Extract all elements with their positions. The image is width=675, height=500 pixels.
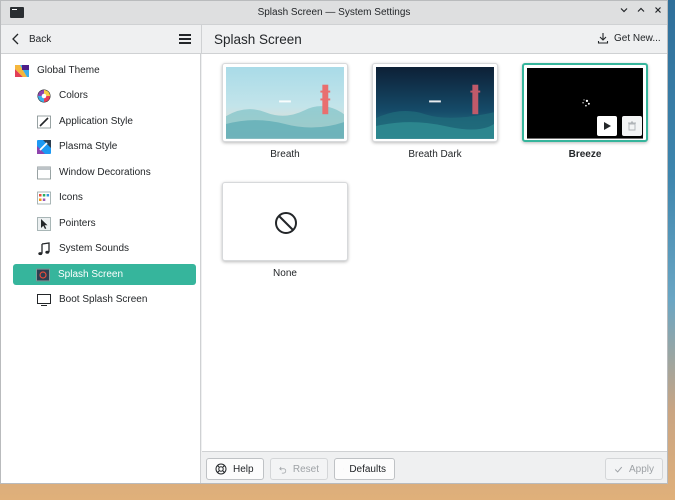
splash-screen-icon bbox=[36, 268, 50, 281]
get-new-button[interactable]: Get New... bbox=[597, 32, 661, 44]
monitor-icon bbox=[37, 293, 51, 306]
header-bar: Back Splash Screen Get New... bbox=[1, 25, 667, 54]
theme-label: Breeze bbox=[568, 149, 602, 160]
defaults-button[interactable]: Defaults bbox=[334, 458, 395, 480]
sidebar-item-colors[interactable]: Colors bbox=[37, 85, 88, 106]
back-label: Back bbox=[29, 33, 52, 45]
trash-icon bbox=[628, 121, 636, 131]
close-icon bbox=[655, 7, 661, 13]
sidebar-item-label: Splash Screen bbox=[58, 269, 124, 280]
sidebar: Global Theme Colors Application Style Pl… bbox=[1, 54, 201, 483]
music-note-icon bbox=[38, 241, 50, 255]
get-new-label: Get New... bbox=[614, 32, 661, 44]
application-style-icon bbox=[37, 115, 51, 128]
sidebar-item-label: Pointers bbox=[59, 218, 96, 229]
theme-card-breath-dark[interactable] bbox=[372, 63, 498, 142]
icons-icon bbox=[37, 191, 51, 204]
theme-label: Breath Dark bbox=[408, 149, 462, 160]
theme-grid: Breath Breath Dark Breeze None bbox=[202, 54, 667, 451]
sidebar-item-label: System Sounds bbox=[59, 243, 130, 254]
window-title: Splash Screen — System Settings bbox=[257, 7, 411, 18]
plasma-style-icon bbox=[37, 139, 51, 154]
global-theme-icon bbox=[15, 64, 29, 77]
preview-button[interactable] bbox=[597, 116, 617, 136]
sidebar-item-label: Global Theme bbox=[37, 65, 100, 76]
theme-card-breeze[interactable] bbox=[522, 63, 648, 142]
maximize-button[interactable] bbox=[633, 5, 649, 21]
theme-preview-breath-dark bbox=[376, 67, 494, 139]
footer-bar: Help Reset Defaults Apply bbox=[202, 451, 667, 483]
sidebar-item-window-decorations[interactable]: Window Decorations bbox=[37, 162, 151, 183]
theme-preview-breath bbox=[226, 67, 344, 139]
sidebar-item-label: Plasma Style bbox=[59, 141, 118, 152]
help-label: Help bbox=[233, 463, 254, 475]
undo-icon bbox=[279, 466, 287, 473]
sidebar-item-label: Icons bbox=[59, 192, 83, 203]
colors-icon bbox=[37, 89, 51, 102]
sidebar-item-splash-screen[interactable]: Splash Screen bbox=[13, 264, 196, 285]
pointers-icon bbox=[37, 216, 51, 231]
hamburger-menu-icon[interactable] bbox=[179, 34, 191, 44]
theme-label: None bbox=[273, 268, 297, 279]
sidebar-item-label: Colors bbox=[59, 90, 88, 101]
window-decorations-icon bbox=[37, 166, 51, 179]
delete-button[interactable] bbox=[622, 116, 642, 136]
reset-label: Reset bbox=[292, 463, 319, 475]
chevron-down-icon bbox=[620, 8, 628, 13]
sidebar-item-global-theme[interactable]: Global Theme bbox=[15, 60, 100, 81]
chevron-up-icon bbox=[637, 7, 645, 12]
reset-button[interactable]: Reset bbox=[270, 458, 328, 480]
sidebar-item-label: Application Style bbox=[59, 116, 133, 127]
sidebar-item-boot-splash-screen[interactable]: Boot Splash Screen bbox=[37, 289, 147, 310]
back-chevron-icon bbox=[12, 33, 19, 45]
apply-label: Apply bbox=[628, 463, 654, 475]
sidebar-item-pointers[interactable]: Pointers bbox=[37, 213, 96, 234]
page-title: Splash Screen bbox=[214, 32, 302, 47]
theme-card-breath[interactable] bbox=[222, 63, 348, 142]
theme-card-none[interactable] bbox=[222, 182, 348, 261]
title-bar: Splash Screen — System Settings bbox=[1, 1, 667, 25]
theme-label: Breath bbox=[270, 149, 300, 160]
help-button[interactable]: Help bbox=[206, 458, 264, 480]
sidebar-item-plasma-style[interactable]: Plasma Style bbox=[37, 136, 117, 157]
sidebar-item-application-style[interactable]: Application Style bbox=[37, 111, 133, 132]
sidebar-item-label: Window Decorations bbox=[59, 167, 151, 178]
sidebar-item-icons[interactable]: Icons bbox=[37, 187, 83, 208]
sidebar-item-label: Boot Splash Screen bbox=[59, 294, 148, 305]
download-icon bbox=[597, 33, 609, 44]
close-button[interactable] bbox=[650, 5, 666, 21]
no-entry-icon bbox=[275, 212, 297, 234]
header-divider bbox=[201, 25, 202, 54]
minimize-button[interactable] bbox=[616, 5, 632, 21]
defaults-label: Defaults bbox=[349, 463, 386, 475]
apply-button[interactable]: Apply bbox=[605, 458, 663, 480]
play-icon bbox=[604, 122, 611, 130]
help-icon bbox=[215, 463, 227, 475]
sidebar-item-system-sounds[interactable]: System Sounds bbox=[37, 238, 129, 259]
back-button[interactable]: Back bbox=[11, 30, 51, 48]
system-settings-window: Splash Screen — System Settings Back Spl… bbox=[0, 0, 668, 484]
checkmark-icon bbox=[614, 466, 623, 473]
